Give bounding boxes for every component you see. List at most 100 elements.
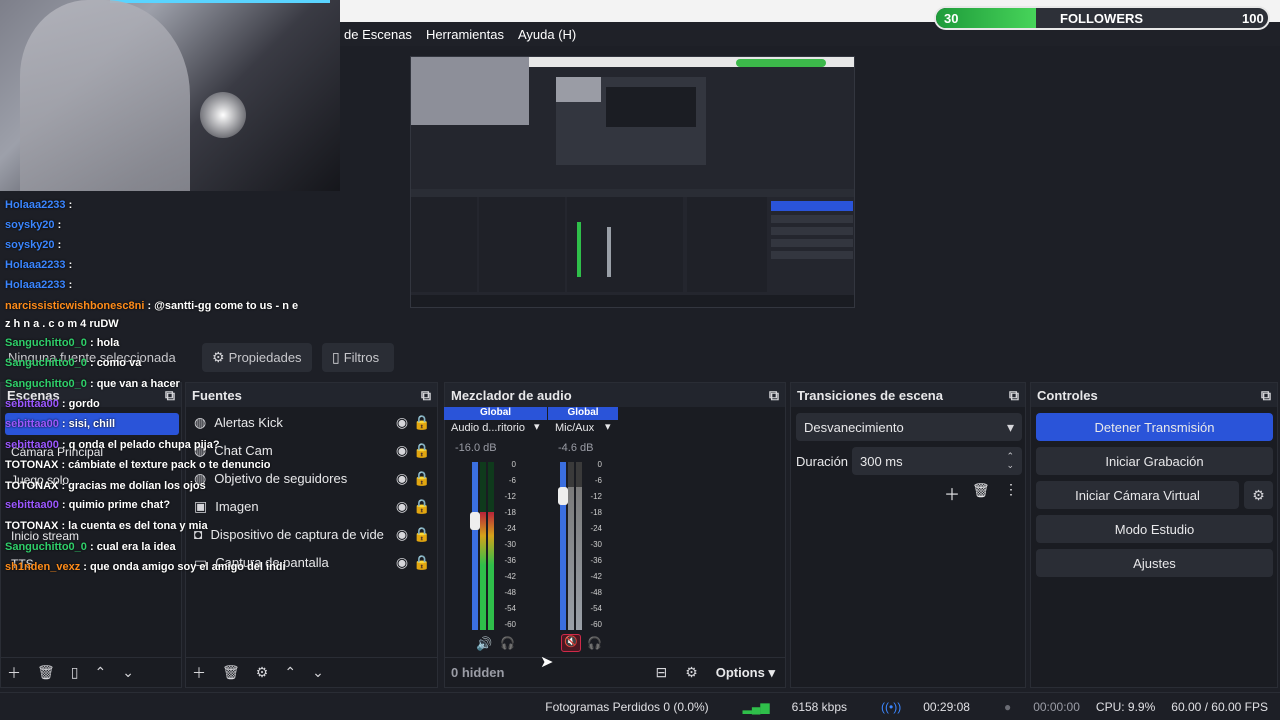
spin-arrows-icon[interactable]: ⌃ ⌄ [1006, 452, 1014, 470]
transitions-header: Transiciones de escena ⧉ [791, 383, 1025, 407]
chat-username: TOTONAX [5, 480, 59, 492]
volume-slider-handle[interactable] [558, 487, 568, 506]
layout-icon[interactable]: ⊟ [655, 664, 667, 681]
source-item[interactable]: ◍ Alertas Kick ◉ 🔒 [194, 410, 432, 434]
headphones-icon[interactable]: 🎧 [500, 636, 515, 650]
db-scale-label: 0 [597, 460, 602, 469]
advanced-audio-icon[interactable]: ⚙ [685, 664, 698, 681]
virtual-camera-settings-button[interactable]: ⚙ [1244, 481, 1273, 509]
menu-item-help[interactable]: Ayuda (H) [518, 27, 576, 42]
headphones-icon[interactable]: 🎧 [587, 636, 602, 650]
trash-icon[interactable]: 🗑 [37, 664, 55, 681]
db-scale-label: -18 [590, 508, 602, 517]
chat-separator: : [86, 378, 97, 390]
transition-select[interactable]: Desvanecimiento ▾ [796, 413, 1022, 441]
arrow-up-icon[interactable]: ⌃ [95, 664, 107, 681]
eye-icon[interactable]: ◉ [392, 554, 412, 571]
chat-username: sebittaa00 [5, 499, 59, 511]
sources-dock: Fuentes ⧉ ◍ Alertas Kick ◉ 🔒 ◍ Chat Cam … [185, 382, 438, 688]
source-item[interactable]: ▣ Imagen ◉ 🔒 [194, 494, 432, 518]
db-scale-label: -18 [504, 508, 516, 517]
arrow-down-icon[interactable]: ⌄ [312, 664, 324, 681]
mixer-channel-name[interactable]: Audio d...ritorio [451, 422, 525, 434]
dropped-frames: Fotogramas Perdidos 0 (0.0%) [545, 699, 709, 714]
start-recording-button[interactable]: Iniciar Grabación [1036, 447, 1273, 475]
eye-icon[interactable]: ◉ [392, 442, 412, 459]
add-icon[interactable]: ＋ [7, 663, 21, 683]
chat-username: Sanguchitto0_0 [5, 378, 87, 390]
menu-item-scene-collection[interactable]: de Escenas [344, 27, 412, 42]
undock-icon[interactable]: ⧉ [769, 387, 779, 404]
undock-icon[interactable]: ⧉ [421, 387, 431, 404]
add-icon[interactable]: ＋ [944, 481, 960, 505]
meter-fill [472, 462, 478, 630]
mixer-db-readout: -4.6 dB [558, 442, 594, 454]
chat-text: z h n a . c o m 4 ruDW [5, 318, 119, 330]
db-scale-label: -30 [590, 540, 602, 549]
db-scale-label: -48 [504, 588, 516, 597]
chat-message: soysky20 : [5, 219, 61, 231]
undock-icon[interactable]: ⧉ [1261, 387, 1271, 404]
lock-icon[interactable]: 🔒 [412, 498, 432, 515]
followers-label: FOLLOWERS [1060, 11, 1144, 26]
webcam-overlay [0, 0, 340, 191]
arrow-up-icon[interactable]: ⌃ [284, 664, 296, 681]
source-toolbar [0, 340, 1280, 376]
chat-text: que van a hacer [96, 378, 180, 390]
stop-streaming-button[interactable]: Detener Transmisión [1036, 413, 1273, 441]
chat-text: cámbiate el texture pack o te denuncio [68, 459, 271, 471]
chat-text: hola [96, 337, 120, 349]
record-dot-icon: ● [1003, 699, 1012, 714]
menu-item-tools[interactable]: Herramientas [426, 27, 504, 42]
filter-icon[interactable]: ▯ [71, 664, 79, 681]
start-virtual-camera-button[interactable]: Iniciar Cámara Virtual [1036, 481, 1239, 509]
studio-mode-button[interactable]: Modo Estudio [1036, 515, 1273, 543]
source-item[interactable]: ◘ Dispositivo de captura de vide ◉ 🔒 [194, 522, 432, 546]
lock-icon[interactable]: 🔒 [412, 470, 432, 487]
audio-level-meter [480, 462, 486, 630]
arrow-down-icon[interactable]: ⌄ [122, 664, 134, 681]
db-scale-label: -24 [590, 524, 602, 533]
stream-preview[interactable] [410, 56, 855, 308]
filters-button[interactable]: ▯ Filtros [322, 343, 394, 372]
volume-slider-handle[interactable] [470, 512, 480, 531]
chat-username: Holaaa2233 [5, 259, 66, 271]
properties-button[interactable]: ⚙ Propiedades [202, 343, 312, 372]
db-scale-label: -42 [590, 572, 602, 581]
chevron-down-icon[interactable]: ▾ [605, 420, 611, 433]
gear-icon[interactable]: ⚙ [256, 664, 269, 681]
lock-icon[interactable]: 🔒 [412, 526, 432, 543]
gear-icon: ⚙ [212, 349, 225, 365]
mixer-channel-name[interactable]: Mic/Aux [555, 422, 594, 434]
lock-icon[interactable]: 🔒 [412, 554, 432, 571]
lock-icon[interactable]: 🔒 [412, 442, 432, 459]
chevron-down-icon[interactable]: ▾ [534, 420, 540, 433]
scenes-footer: ＋ 🗑 ▯ ⌃ ⌄ [1, 657, 181, 687]
undock-icon[interactable]: ⧉ [1009, 387, 1019, 404]
more-options-icon[interactable]: ⋮ [1004, 481, 1018, 498]
eye-icon[interactable]: ◉ [392, 498, 412, 515]
chat-separator: : [65, 279, 73, 291]
filter-icon: ▯ [332, 349, 340, 365]
cpu-usage: CPU: 9.9% [1095, 699, 1156, 714]
chat-message: sebittaa00 : q onda el pelado chupa pija… [5, 439, 220, 451]
db-scale-label: -42 [504, 572, 516, 581]
trash-icon[interactable]: 🗑 [972, 482, 990, 499]
add-icon[interactable]: ＋ [192, 663, 206, 683]
followers-goal: 100 [1242, 11, 1264, 26]
chat-username: Holaaa2233 [5, 199, 66, 211]
muted-speaker-icon[interactable]: 🔇 [561, 634, 581, 652]
eye-icon[interactable]: ◉ [392, 414, 412, 431]
speaker-icon[interactable]: 🔊 [476, 636, 492, 652]
options-button[interactable]: Options ▾ [716, 665, 775, 681]
eye-icon[interactable]: ◉ [392, 470, 412, 487]
eye-icon[interactable]: ◉ [392, 526, 412, 543]
chat-username: sebittaa00 [5, 398, 59, 410]
settings-button[interactable]: Ajustes [1036, 549, 1273, 577]
audio-level-meter [472, 462, 478, 630]
duration-spinbox[interactable]: 300 ms ⌃ ⌄ [852, 447, 1022, 475]
trash-icon[interactable]: 🗑 [222, 664, 240, 681]
audio-level-meter [568, 462, 574, 630]
lock-icon[interactable]: 🔒 [412, 414, 432, 431]
chat-separator: : [144, 300, 155, 312]
